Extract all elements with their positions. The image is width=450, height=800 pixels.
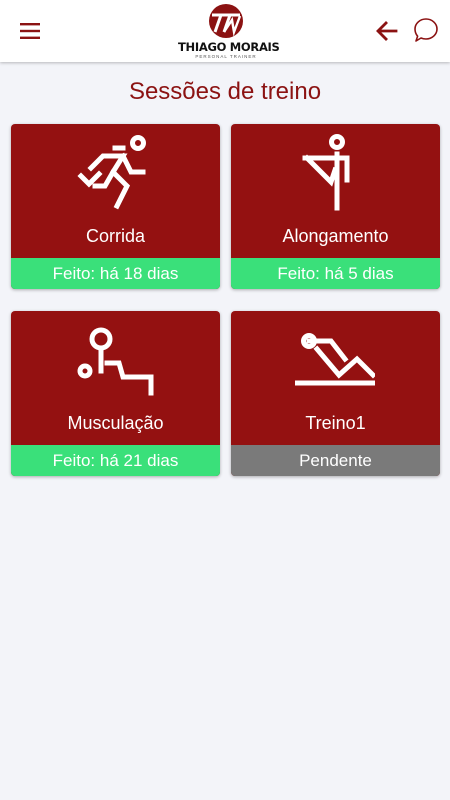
session-status-badge: Pendente — [231, 445, 440, 476]
session-card-alongamento[interactable]: Alongamento Feito: há 5 dias — [231, 124, 440, 289]
session-label: Alongamento — [282, 226, 389, 246]
session-label: Treino1 — [305, 413, 366, 433]
menu-button[interactable] — [14, 16, 46, 46]
brand-logo: THIAGO MORAIS PERSONAL TRAINER — [178, 2, 280, 60]
session-label: Musculação — [67, 413, 164, 433]
page-title: Sessões de treino — [128, 78, 322, 105]
session-card-corrida[interactable]: Corrida Feito: há 18 dias — [11, 124, 220, 289]
session-status-badge: Feito: há 21 dias — [11, 445, 220, 476]
arrow-left-icon — [376, 21, 398, 41]
session-card-musculacao[interactable]: Musculação Feito: há 21 dias — [11, 311, 220, 476]
session-status-badge: Feito: há 5 dias — [231, 258, 440, 289]
stretching-person-icon — [302, 134, 350, 211]
brand-subtitle: PERSONAL TRAINER — [195, 54, 257, 59]
floor-exercise-icon — [295, 333, 375, 386]
running-person-icon — [77, 135, 146, 210]
session-label: Corrida — [85, 226, 146, 246]
brand-name: THIAGO MORAIS — [178, 40, 280, 54]
chat-button[interactable] — [412, 16, 440, 44]
session-status-badge: Feito: há 18 dias — [11, 258, 220, 289]
weightlifting-person-icon — [77, 327, 154, 396]
chat-bubble-icon — [414, 18, 438, 42]
session-card-treino1[interactable]: Treino1 Pendente — [231, 311, 440, 476]
brand-emblem-icon — [209, 4, 243, 38]
hamburger-menu-icon — [20, 23, 40, 39]
app-header: THIAGO MORAIS PERSONAL TRAINER — [0, 0, 450, 62]
back-button[interactable] — [374, 18, 400, 44]
